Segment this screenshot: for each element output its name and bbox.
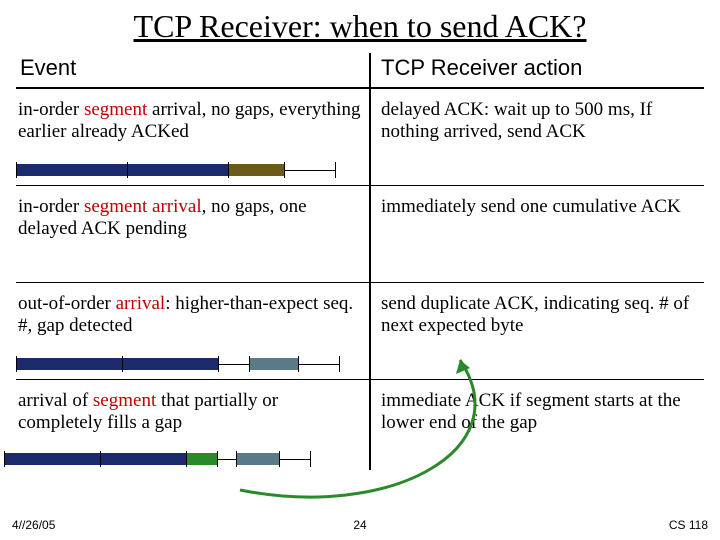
slide-footer: 4//26/05 24 CS 118: [0, 518, 720, 532]
event-text-highlight: segment: [93, 390, 156, 411]
ack-table: Event TCP Receiver action in-order segme…: [16, 53, 704, 470]
event-text-pre: in-order: [18, 99, 84, 120]
footer-page: 24: [353, 518, 366, 532]
event-text-pre: arrival of: [18, 390, 93, 411]
header-event: Event: [16, 53, 371, 87]
sequence-bar: [16, 163, 346, 177]
sequence-bar: [4, 452, 314, 466]
table-row: in-order segment arrival, no gaps, every…: [16, 89, 704, 186]
event-cell: in-order segment arrival, no gaps, every…: [16, 89, 371, 185]
footer-course: CS 118: [669, 518, 708, 532]
action-cell: immediate ACK if segment starts at the l…: [371, 380, 704, 470]
action-cell: delayed ACK: wait up to 500 ms, If nothi…: [371, 89, 704, 185]
event-cell: arrival of segment that partially or com…: [16, 380, 371, 470]
event-text-highlight: arrival: [116, 293, 166, 314]
sequence-bar: [16, 357, 346, 371]
table-row: out-of-order arrival: higher-than-expect…: [16, 283, 704, 380]
event-text-highlight: segment: [84, 99, 147, 120]
header-action: TCP Receiver action: [371, 53, 704, 87]
event-cell: out-of-order arrival: higher-than-expect…: [16, 283, 371, 379]
event-cell: in-order segment arrival, no gaps, one d…: [16, 186, 371, 282]
table-row: arrival of segment that partially or com…: [16, 380, 704, 470]
event-text-pre: in-order: [18, 196, 84, 217]
footer-date: 4//26/05: [12, 518, 55, 532]
action-cell: send duplicate ACK, indicating seq. # of…: [371, 283, 704, 379]
header-row: Event TCP Receiver action: [16, 53, 704, 89]
action-cell: immediately send one cumulative ACK: [371, 186, 704, 282]
slide-title: TCP Receiver: when to send ACK?: [0, 0, 720, 49]
table-row: in-order segment arrival, no gaps, one d…: [16, 186, 704, 283]
event-text-highlight: segment arrival: [84, 196, 202, 217]
event-text-pre: out-of-order: [18, 293, 116, 314]
